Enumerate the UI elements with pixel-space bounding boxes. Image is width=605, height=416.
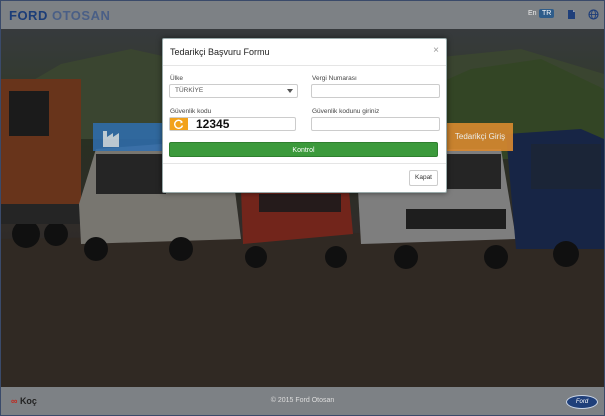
copyright-text: © 2015 Ford Otosan: [270, 397, 335, 404]
supplier-login-tile: Tedarikçi Giriş: [447, 123, 513, 151]
country-select-value: TÜRKİYE: [175, 87, 204, 94]
modal-title: Tedarikçi Başvuru Formu: [170, 47, 270, 57]
app-frame: Tedarikçi Giriş FORD OTOSAN En TR Tedari…: [0, 0, 605, 416]
close-button[interactable]: Kapat: [409, 170, 438, 186]
logo-word-ford: FORD: [9, 8, 48, 23]
captcha-code: 12345: [196, 117, 230, 131]
modal-header: Tedarikçi Başvuru Formu ×: [163, 39, 446, 66]
chevron-down-icon: [287, 89, 293, 93]
document-icon: [568, 10, 575, 19]
captcha-input[interactable]: [311, 117, 440, 131]
country-label: Ülke: [170, 75, 184, 82]
tax-number-input[interactable]: [311, 84, 440, 98]
globe-icon: [588, 9, 599, 20]
close-icon[interactable]: ×: [433, 45, 439, 56]
modal-divider: [163, 163, 446, 164]
tax-number-label: Vergi Numarası: [312, 75, 357, 82]
language-en: En: [528, 10, 537, 17]
check-button[interactable]: Kontrol: [169, 142, 438, 157]
refresh-icon: [174, 119, 184, 129]
country-select[interactable]: TÜRKİYE: [169, 84, 298, 98]
captcha-input-label: Güvenlik kodunu giriniz: [312, 108, 380, 115]
captcha-box: 12345: [169, 117, 296, 131]
logo-word-otosan: OTOSAN: [51, 8, 111, 23]
captcha-label: Güvenlik kodu: [170, 108, 212, 115]
refresh-captcha-button[interactable]: [170, 118, 188, 130]
header-bar: FORD OTOSAN En TR: [1, 1, 604, 29]
supplier-application-modal: Tedarikçi Başvuru Formu × Ülke TÜRKİYE V…: [162, 38, 447, 193]
footer-bar: ∞ Koç © 2015 Ford Otosan Ford: [1, 387, 604, 415]
factory-icon: [103, 131, 119, 147]
factory-tile: [93, 123, 163, 151]
language-tr: TR: [539, 9, 555, 18]
ford-otosan-logo: FORD OTOSAN: [9, 8, 110, 23]
ford-oval-logo: Ford: [566, 395, 598, 409]
